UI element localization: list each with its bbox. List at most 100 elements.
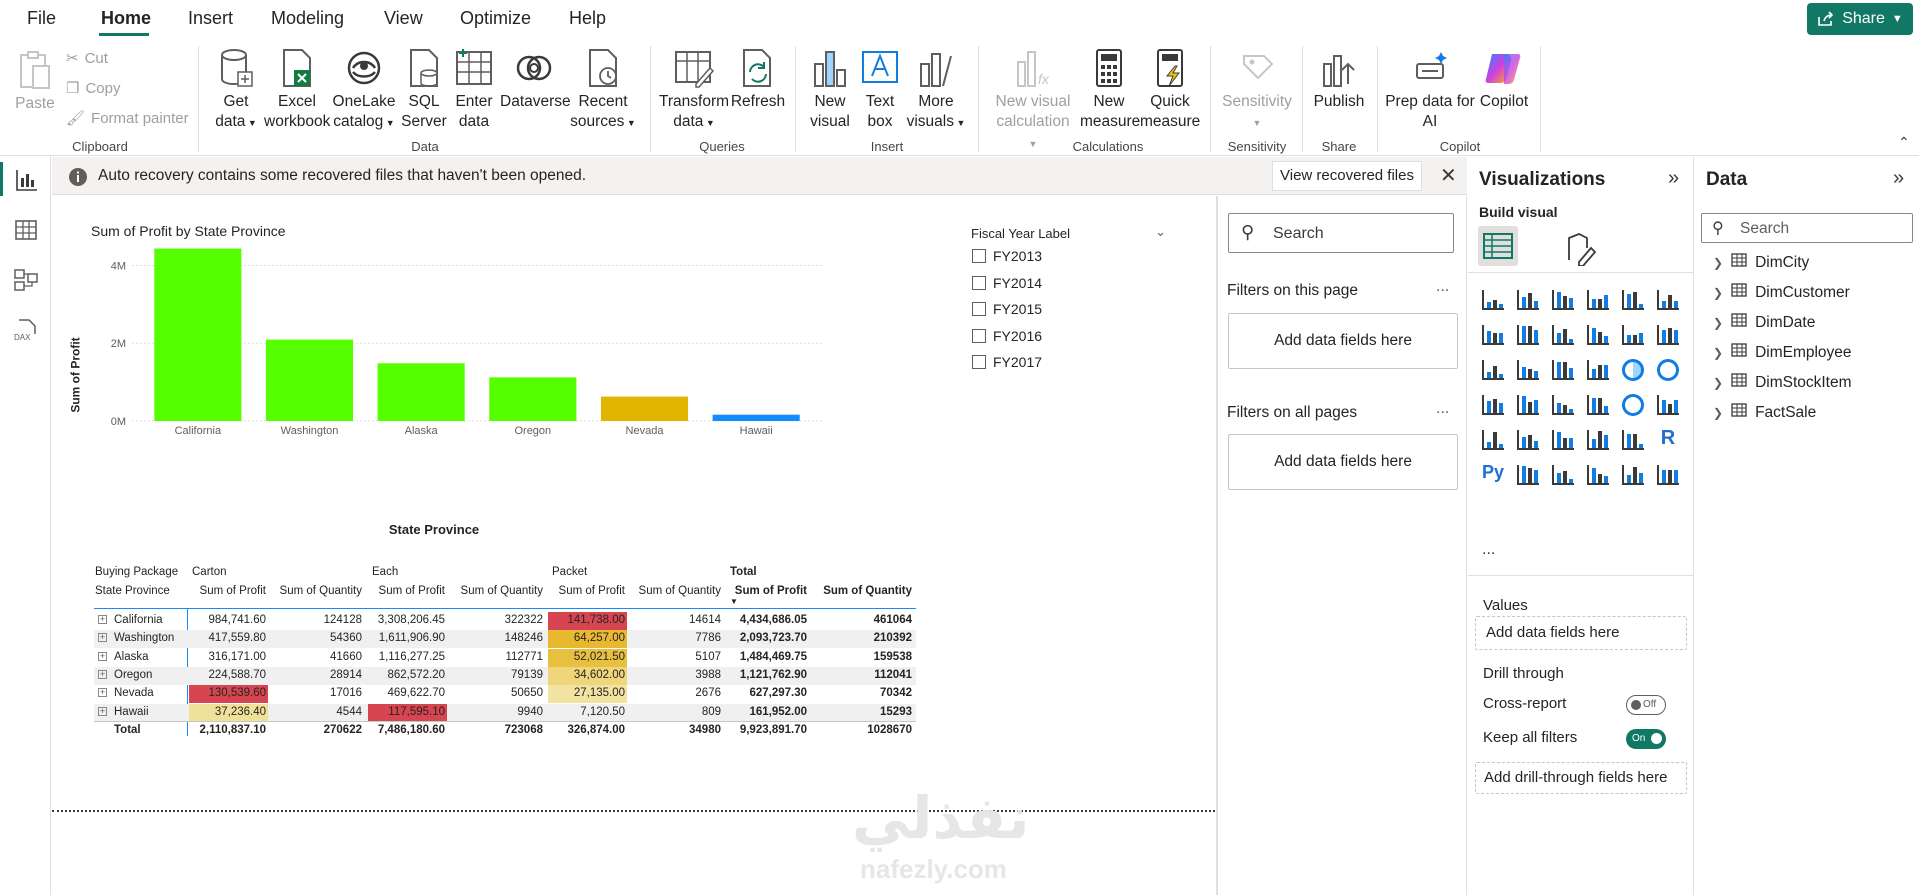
bar-oregon[interactable] (489, 377, 577, 421)
area-visual-icon[interactable] (1515, 322, 1541, 348)
checkbox[interactable] (972, 275, 986, 290)
chevron-right-icon[interactable]: ❯ (1713, 346, 1723, 360)
add-page-filter-field[interactable]: Add data fields here (1228, 313, 1458, 369)
collapse-pane-icon[interactable]: » (1893, 167, 1904, 190)
table-view-icon[interactable] (13, 218, 39, 242)
get-data-button[interactable]: Get data ▼ (208, 48, 264, 133)
slicer-item[interactable]: FY2014 (972, 275, 1042, 291)
recent-sources-button[interactable]: Recent sources ▼ (570, 48, 636, 133)
view-recovered-files-button[interactable]: View recovered files (1272, 161, 1422, 191)
tab-view[interactable]: View (384, 8, 423, 29)
format-visual-icon[interactable] (1563, 230, 1599, 266)
data-table-item[interactable]: ❯ DimEmployee (1713, 343, 1852, 362)
more-visuals-icon[interactable]: ... (1482, 541, 1495, 559)
collapse-pane-icon[interactable]: » (1668, 167, 1679, 190)
prep-data-for-ai-button[interactable]: Prep data for AI (1384, 48, 1476, 132)
add-all-pages-filter-field[interactable]: Add data fields here (1228, 434, 1458, 490)
slicer-item[interactable]: FY2013 (972, 248, 1042, 264)
checkbox[interactable] (972, 249, 986, 263)
tab-modeling[interactable]: Modeling (271, 8, 344, 29)
paste-button[interactable]: Paste (14, 50, 56, 114)
matrix-visual-icon[interactable] (1620, 427, 1646, 453)
data-search-input[interactable]: ⚲ Search (1701, 213, 1913, 243)
funnel-visual-icon[interactable] (1550, 357, 1576, 383)
azure-map-visual-icon[interactable] (1585, 392, 1611, 418)
qa-visual-icon[interactable] (1585, 462, 1611, 488)
close-icon[interactable]: ✕ (1440, 163, 1457, 188)
key-influencers-visual-icon[interactable] (1515, 462, 1541, 488)
excel-workbook-button[interactable]: Excel workbook (264, 48, 330, 132)
scatter-visual-icon[interactable] (1585, 357, 1611, 383)
narrative-visual-icon[interactable] (1620, 462, 1646, 488)
chevron-right-icon[interactable]: ❯ (1713, 406, 1723, 420)
line-clustered-visual-icon[interactable] (1655, 322, 1681, 348)
dataverse-button[interactable]: Dataverse (500, 48, 571, 112)
expand-icon[interactable]: + (98, 669, 107, 679)
data-table-item[interactable]: ❯ DimCustomer (1713, 283, 1850, 302)
checkbox[interactable] (972, 328, 986, 343)
model-view-icon[interactable] (13, 268, 39, 292)
waterfall-visual-icon[interactable] (1515, 357, 1541, 383)
slicer-item[interactable]: FY2016 (972, 328, 1042, 344)
report-view-icon[interactable] (13, 168, 39, 192)
expand-icon[interactable]: + (98, 651, 107, 661)
table-visual-icon[interactable] (1585, 427, 1611, 453)
expand-icon[interactable]: + (98, 706, 107, 716)
tab-insert[interactable]: Insert (188, 8, 233, 29)
cut-button[interactable]: ✂ Cut (66, 49, 108, 68)
bar-nevada[interactable] (600, 396, 689, 421)
tab-optimize[interactable]: Optimize (460, 8, 531, 29)
expand-icon[interactable]: + (98, 615, 107, 624)
bar-california[interactable] (154, 248, 242, 421)
sensitivity-button[interactable]: Sensitivity ▼ (1222, 48, 1292, 133)
new-measure-button[interactable]: New measure (1080, 48, 1140, 132)
100-bar-visual-icon[interactable] (1620, 287, 1646, 313)
kpi-visual-icon[interactable] (1515, 427, 1541, 453)
line-column-visual-icon[interactable] (1620, 322, 1646, 348)
data-table-item[interactable]: ❯ DimDate (1713, 313, 1815, 332)
tab-file[interactable]: File (27, 8, 56, 29)
slicer-item[interactable]: FY2017 (972, 354, 1042, 370)
clustered-bar-visual-icon[interactable] (1550, 287, 1576, 313)
cross-report-toggle[interactable]: Off (1626, 695, 1666, 715)
data-table-item[interactable]: ❯ DimStockItem (1713, 373, 1852, 392)
chevron-right-icon[interactable]: ❯ (1713, 256, 1723, 270)
new-visual-button[interactable]: New visual (805, 48, 855, 132)
python-visual-icon[interactable]: Py (1480, 462, 1506, 488)
stacked-bar-visual-icon[interactable] (1480, 287, 1506, 313)
data-table-item[interactable]: ❯ FactSale (1713, 403, 1816, 422)
expand-icon[interactable]: + (98, 688, 107, 698)
treemap-visual-icon[interactable] (1480, 392, 1506, 418)
filled-map-visual-icon[interactable] (1550, 392, 1576, 418)
stacked-column-visual-icon[interactable] (1515, 287, 1541, 313)
pie-visual-icon[interactable] (1620, 357, 1646, 383)
stacked-area-visual-icon[interactable] (1550, 322, 1576, 348)
onelake-catalog-button[interactable]: OneLake catalog ▼ (331, 48, 397, 133)
more-options-icon[interactable]: ... (1436, 278, 1449, 296)
donut-visual-icon[interactable] (1655, 357, 1681, 383)
values-well[interactable]: Add data fields here (1475, 616, 1687, 650)
chevron-right-icon[interactable]: ❯ (1713, 316, 1723, 330)
checkbox[interactable] (972, 302, 986, 316)
bar-washington[interactable] (265, 339, 354, 421)
format-painter-button[interactable]: 🖌 Format painter (66, 109, 189, 128)
sql-server-button[interactable]: SQL Server (398, 48, 450, 132)
chevron-right-icon[interactable]: ❯ (1713, 376, 1723, 390)
checkbox[interactable] (972, 355, 986, 369)
slicer-visual-icon[interactable] (1550, 427, 1576, 453)
100-area-visual-icon[interactable] (1585, 322, 1611, 348)
chevron-down-icon[interactable]: ⌄ (1155, 224, 1166, 240)
card-visual-icon[interactable] (1655, 392, 1681, 418)
100-column-visual-icon[interactable] (1655, 287, 1681, 313)
ribbon-visual-icon[interactable] (1480, 357, 1506, 383)
multi-row-card-visual-icon[interactable] (1480, 427, 1506, 453)
tab-home[interactable]: Home (101, 8, 151, 29)
text-box-button[interactable]: Text box (856, 48, 904, 132)
quick-measure-button[interactable]: Quick measure (1140, 48, 1200, 132)
decomposition-tree-visual-icon[interactable] (1550, 462, 1576, 488)
share-button[interactable]: Share ▼ (1807, 3, 1913, 35)
slicer-item[interactable]: FY2015 (972, 301, 1042, 317)
sort-descending-icon[interactable]: ▼ (730, 597, 738, 606)
data-table-item[interactable]: ❯ DimCity (1713, 253, 1809, 272)
copy-button[interactable]: ❐ Copy (66, 79, 120, 98)
